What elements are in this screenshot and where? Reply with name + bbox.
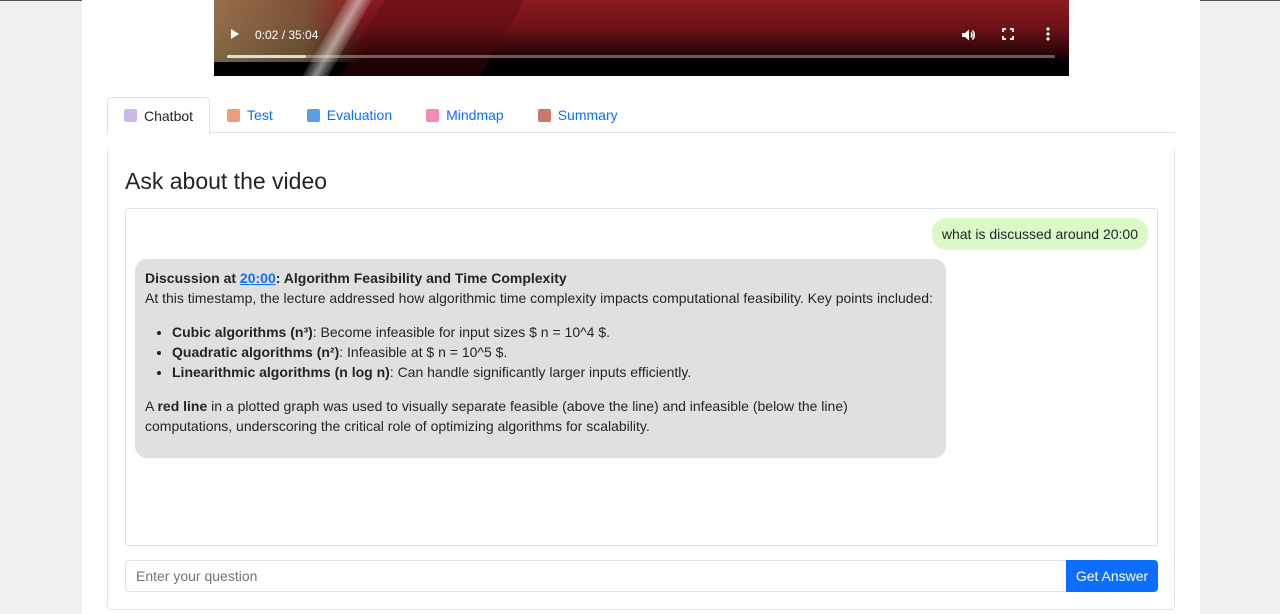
key-points-list: Cubic algorithms (n³): Become infeasible… xyxy=(172,322,936,382)
speech-bubble-icon xyxy=(124,109,137,122)
closing-text: in a plotted graph was used to visually … xyxy=(145,398,848,434)
tab-summary[interactable]: Summary xyxy=(521,97,635,133)
brain-icon xyxy=(426,108,440,122)
timestamp-link[interactable]: 20:00 xyxy=(240,270,276,286)
clipboard-icon xyxy=(537,108,551,122)
heading-prefix: Discussion at xyxy=(145,270,240,286)
video-player[interactable]: 0:02 / 35:04 xyxy=(214,0,1069,76)
bullet-text: : Infeasible at $ n = 10^5 $. xyxy=(339,344,508,360)
video-frame xyxy=(214,0,1069,76)
bullet-bold: Quadratic algorithms (n²) xyxy=(172,344,340,360)
tab-label: Test xyxy=(247,107,273,123)
tab-bar: Chatbot Test Evaluation Mindmap Summary xyxy=(107,97,1175,134)
video-progress-fill xyxy=(227,55,307,58)
bullet-text: : Can handle significantly larger inputs… xyxy=(389,364,692,380)
page-container: 0:02 / 35:04 Chatbot Test Evaluation Min… xyxy=(82,0,1200,614)
tab-evaluation[interactable]: Evaluation xyxy=(290,97,409,133)
tab-mindmap[interactable]: Mindmap xyxy=(409,97,521,133)
get-answer-button[interactable]: Get Answer xyxy=(1066,560,1158,592)
more-options-icon[interactable] xyxy=(1046,27,1050,41)
tab-test[interactable]: Test xyxy=(210,97,290,133)
volume-icon[interactable] xyxy=(960,27,976,43)
tab-label: Summary xyxy=(557,107,618,123)
closing-prefix: A xyxy=(145,398,158,414)
question-input[interactable] xyxy=(125,560,1067,592)
closing-bold: red line xyxy=(157,398,208,414)
video-progress-bar[interactable] xyxy=(227,55,1055,58)
list-item: Linearithmic algorithms (n log n): Can h… xyxy=(172,362,936,382)
heading-suffix: : Algorithm Feasibility and Time Complex… xyxy=(275,270,567,286)
tab-label: Evaluation xyxy=(326,107,393,123)
chatbot-panel: Ask about the video what is discussed ar… xyxy=(107,150,1175,610)
play-icon[interactable] xyxy=(231,29,239,39)
tab-label: Mindmap xyxy=(446,107,504,123)
bullet-bold: Linearithmic algorithms (n log n) xyxy=(172,364,390,380)
list-item: Quadratic algorithms (n²): Infeasible at… xyxy=(172,342,936,362)
bot-message-intro: At this timestamp, the lecture addressed… xyxy=(145,290,933,306)
tab-label: Chatbot xyxy=(144,107,194,124)
panel-title: Ask about the video xyxy=(125,168,328,194)
chat-history[interactable]: what is discussed around 20:00 Discussio… xyxy=(125,208,1158,546)
tab-chatbot[interactable]: Chatbot xyxy=(107,97,211,134)
bot-message-closing: A red line in a plotted graph was used t… xyxy=(145,396,936,436)
bot-message-bubble: Discussion at 20:00: Algorithm Feasibili… xyxy=(135,259,946,458)
fullscreen-icon[interactable] xyxy=(1002,28,1014,40)
memo-icon xyxy=(227,108,241,122)
list-item: Cubic algorithms (n³): Become infeasible… xyxy=(172,322,936,342)
bar-chart-icon xyxy=(306,108,320,122)
user-message-bubble: what is discussed around 20:00 xyxy=(931,218,1148,250)
video-time: 0:02 / 35:04 xyxy=(255,28,319,42)
bot-message-heading: Discussion at 20:00: Algorithm Feasibili… xyxy=(145,268,936,288)
bullet-text: : Become infeasible for input sizes $ n … xyxy=(312,324,611,340)
bullet-bold: Cubic algorithms (n³) xyxy=(172,324,313,340)
